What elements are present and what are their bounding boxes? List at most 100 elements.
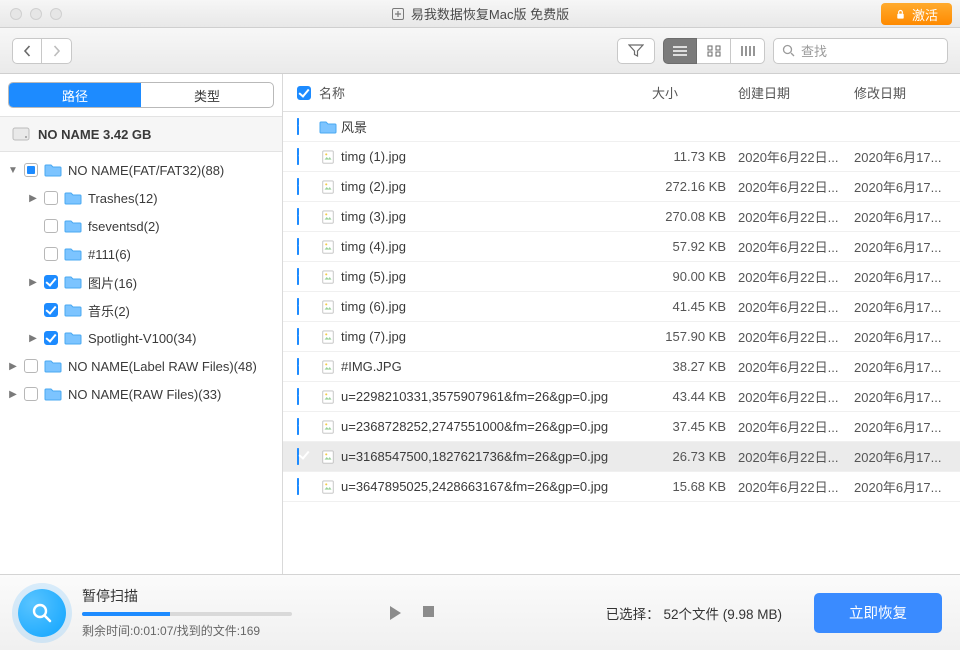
col-name[interactable]: 名称: [319, 83, 652, 102]
stop-icon: [422, 605, 435, 618]
table-row[interactable]: 风景: [283, 112, 960, 142]
table-row[interactable]: #IMG.JPG38.27 KB2020年6月22日...2020年6月17..…: [283, 352, 960, 382]
folder-icon: [64, 247, 82, 261]
disclosure-triangle-icon[interactable]: ▶: [8, 361, 18, 372]
row-checkbox[interactable]: [297, 418, 299, 435]
file-modified: 2020年6月17...: [854, 147, 960, 166]
app-title: 易我数据恢复Mac版 免费版: [391, 4, 569, 23]
disclosure-triangle-icon[interactable]: ▶: [28, 333, 38, 344]
image-file-icon: [319, 210, 337, 224]
stop-button[interactable]: [422, 605, 435, 621]
row-checkbox[interactable]: [297, 268, 299, 285]
row-checkbox[interactable]: [297, 208, 299, 225]
disclosure-triangle-icon[interactable]: ▶: [8, 389, 18, 400]
tree-label: 音乐(2): [88, 301, 130, 320]
col-modified[interactable]: 修改日期: [854, 83, 960, 102]
file-name: timg (4).jpg: [341, 239, 652, 254]
file-name: u=2298210331,3575907961&fm=26&gp=0.jpg: [341, 389, 652, 404]
titlebar: 易我数据恢复Mac版 免费版 激活: [0, 0, 960, 28]
tree-node[interactable]: ▶NO NAME(Label RAW Files)(48): [0, 352, 282, 380]
progress-bar[interactable]: [82, 612, 292, 616]
tree-node[interactable]: #111(6): [0, 240, 282, 268]
tree-label: 图片(16): [88, 273, 137, 292]
row-checkbox[interactable]: [297, 298, 299, 315]
toolbar: 查找: [0, 28, 960, 74]
row-checkbox[interactable]: [297, 328, 299, 345]
search-field[interactable]: 查找: [773, 38, 948, 64]
tree-node[interactable]: ▶ 图片(16): [0, 268, 282, 296]
tree-node[interactable]: 音乐(2): [0, 296, 282, 324]
min-dot[interactable]: [30, 8, 42, 20]
app-icon: [391, 7, 405, 21]
filter-button[interactable]: [617, 38, 655, 64]
row-checkbox[interactable]: [297, 178, 299, 195]
folder-tree: ▼NO NAME(FAT/FAT32)(88)▶Trashes(12)fseve…: [0, 152, 282, 408]
tree-checkbox[interactable]: [44, 247, 58, 261]
recover-button[interactable]: 立即恢复: [814, 593, 942, 633]
file-size: 57.92 KB: [652, 239, 738, 254]
forward-button[interactable]: [42, 38, 72, 64]
table-row[interactable]: u=3647895025,2428663167&fm=26&gp=0.jpg15…: [283, 472, 960, 502]
tree-checkbox[interactable]: [44, 219, 58, 233]
folder-icon: [64, 331, 82, 345]
view-list-button[interactable]: [663, 38, 697, 64]
tree-checkbox[interactable]: [44, 331, 58, 345]
view-columns-button[interactable]: [731, 38, 765, 64]
disclosure-triangle-icon[interactable]: ▼: [8, 165, 18, 176]
folder-icon: [44, 359, 62, 373]
file-modified: 2020年6月17...: [854, 417, 960, 436]
table-row[interactable]: timg (1).jpg11.73 KB2020年6月22日...2020年6月…: [283, 142, 960, 172]
col-created[interactable]: 创建日期: [738, 83, 854, 102]
row-checkbox[interactable]: [297, 118, 299, 135]
file-created: 2020年6月22日...: [738, 327, 854, 346]
tree-node[interactable]: fseventsd(2): [0, 212, 282, 240]
file-size: 26.73 KB: [652, 449, 738, 464]
image-file-icon: [319, 180, 337, 194]
table-row[interactable]: timg (2).jpg272.16 KB2020年6月22日...2020年6…: [283, 172, 960, 202]
tree-checkbox[interactable]: [24, 387, 38, 401]
file-created: 2020年6月22日...: [738, 177, 854, 196]
drive-header[interactable]: NO NAME 3.42 GB: [0, 116, 282, 152]
play-button[interactable]: [388, 605, 402, 621]
file-name: 风景: [341, 117, 652, 136]
table-row[interactable]: u=2368728252,2747551000&fm=26&gp=0.jpg37…: [283, 412, 960, 442]
activate-button[interactable]: 激活: [881, 3, 952, 25]
row-checkbox[interactable]: [297, 478, 299, 495]
chevron-left-icon: [23, 45, 32, 57]
tree-checkbox[interactable]: [44, 275, 58, 289]
view-grid-button[interactable]: [697, 38, 731, 64]
tree-node[interactable]: ▶Trashes(12): [0, 184, 282, 212]
scan-indicator[interactable]: [18, 589, 66, 637]
row-checkbox[interactable]: [297, 238, 299, 255]
row-checkbox[interactable]: [297, 388, 299, 405]
table-row[interactable]: timg (3).jpg270.08 KB2020年6月22日...2020年6…: [283, 202, 960, 232]
tree-checkbox[interactable]: [44, 303, 58, 317]
tab-path[interactable]: 路径: [9, 83, 141, 107]
tree-node[interactable]: ▶NO NAME(RAW Files)(33): [0, 380, 282, 408]
tree-node[interactable]: ▼NO NAME(FAT/FAT32)(88): [0, 156, 282, 184]
tree-node[interactable]: ▶Spotlight-V100(34): [0, 324, 282, 352]
tree-checkbox[interactable]: [24, 163, 38, 177]
row-checkbox[interactable]: [297, 448, 299, 465]
table-row[interactable]: u=3168547500,1827621736&fm=26&gp=0.jpg26…: [283, 442, 960, 472]
tab-type[interactable]: 类型: [141, 83, 273, 107]
table-row[interactable]: timg (7).jpg157.90 KB2020年6月22日...2020年6…: [283, 322, 960, 352]
table-row[interactable]: timg (6).jpg41.45 KB2020年6月22日...2020年6月…: [283, 292, 960, 322]
disclosure-triangle-icon[interactable]: ▶: [28, 277, 38, 288]
back-button[interactable]: [12, 38, 42, 64]
col-size[interactable]: 大小: [652, 83, 738, 102]
tree-checkbox[interactable]: [24, 359, 38, 373]
folder-icon: [64, 219, 82, 233]
table-row[interactable]: u=2298210331,3575907961&fm=26&gp=0.jpg43…: [283, 382, 960, 412]
table-row[interactable]: timg (4).jpg57.92 KB2020年6月22日...2020年6月…: [283, 232, 960, 262]
table-row[interactable]: timg (5).jpg90.00 KB2020年6月22日...2020年6月…: [283, 262, 960, 292]
image-file-icon: [319, 300, 337, 314]
table-body[interactable]: 风景 timg (1).jpg11.73 KB2020年6月22日...2020年…: [283, 112, 960, 574]
max-dot[interactable]: [50, 8, 62, 20]
row-checkbox[interactable]: [297, 358, 299, 375]
tree-checkbox[interactable]: [44, 191, 58, 205]
disclosure-triangle-icon[interactable]: ▶: [28, 193, 38, 204]
close-dot[interactable]: [10, 8, 22, 20]
row-checkbox[interactable]: [297, 148, 299, 165]
select-all-checkbox[interactable]: [297, 86, 311, 100]
